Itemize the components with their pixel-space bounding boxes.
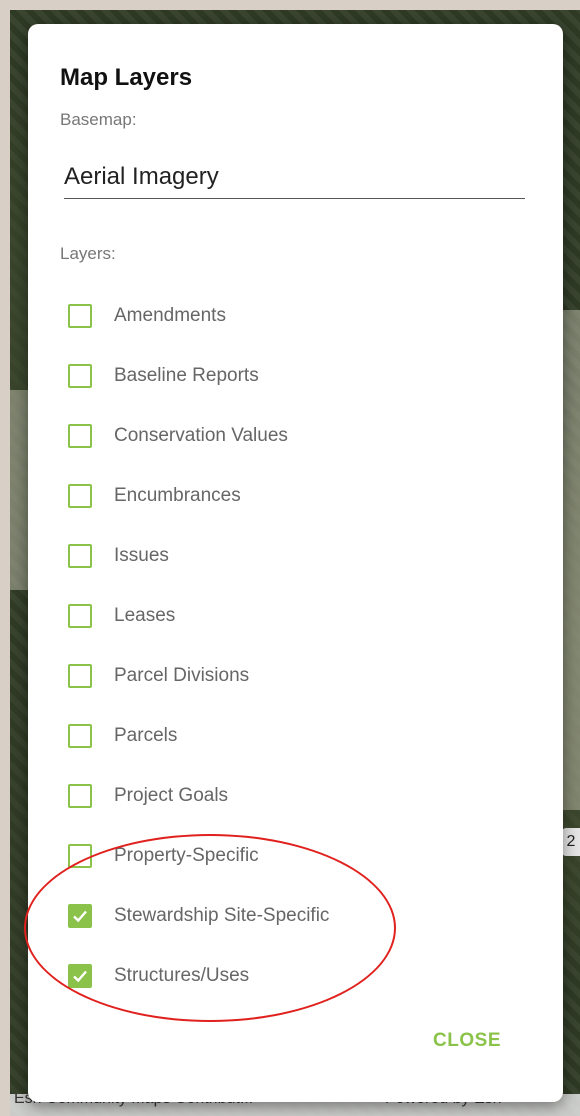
layer-item[interactable]: Leases [68, 586, 538, 646]
layer-checkbox[interactable] [68, 424, 92, 448]
layer-checkbox[interactable] [68, 304, 92, 328]
layer-item[interactable]: Project Goals [68, 766, 538, 826]
layer-item[interactable]: Structures/Uses [68, 946, 538, 1006]
layer-item[interactable]: Amendments [68, 286, 538, 346]
layer-item[interactable]: Stewardship Site-Specific [68, 886, 538, 946]
layer-label: Baseline Reports [114, 365, 259, 386]
layer-item[interactable]: Encumbrances [68, 466, 538, 526]
layer-item[interactable]: Conservation Values [68, 406, 538, 466]
layer-checkbox[interactable] [68, 724, 92, 748]
map-road [10, 390, 30, 590]
check-icon [73, 970, 87, 983]
layers-label: Layers: [60, 244, 116, 263]
check-icon [73, 910, 87, 923]
layer-item[interactable]: Parcel Divisions [68, 646, 538, 706]
layer-checkbox[interactable] [68, 784, 92, 808]
layer-item[interactable]: Property-Specific [68, 826, 538, 886]
layer-label: Parcels [114, 725, 178, 746]
layer-item[interactable]: Issues [68, 526, 538, 586]
layer-checkbox[interactable] [68, 904, 92, 928]
layer-label: Project Goals [114, 785, 229, 806]
layer-list: Amendments Baseline Reports Conservation V… [68, 286, 538, 1006]
dialog-title: Map Layers [60, 64, 193, 91]
layer-checkbox[interactable] [68, 664, 92, 688]
map-badge: 2 [562, 828, 580, 856]
layer-checkbox[interactable] [68, 544, 92, 568]
basemap-label: Basemap: [60, 110, 137, 129]
layer-checkbox[interactable] [68, 844, 92, 868]
layer-label: Property-Specific [114, 845, 259, 866]
layer-label: Structures/Uses [114, 965, 250, 986]
layer-label: Stewardship Site-Specific [114, 905, 330, 926]
layer-checkbox[interactable] [68, 604, 92, 628]
layer-label: Issues [114, 545, 169, 566]
layer-label: Amendments [114, 305, 226, 326]
layer-label: Leases [114, 605, 176, 626]
layer-checkbox[interactable] [68, 484, 92, 508]
layer-checkbox[interactable] [68, 964, 92, 988]
layer-label: Encumbrances [114, 485, 241, 506]
layer-item[interactable]: Parcels [68, 706, 538, 766]
layer-label: Conservation Values [114, 425, 288, 446]
layer-item[interactable]: Baseline Reports [68, 346, 538, 406]
map-layers-dialog: Map Layers Basemap: Aerial Imagery Layer… [28, 24, 563, 1102]
basemap-select[interactable]: Aerial Imagery [64, 156, 525, 199]
layer-checkbox[interactable] [68, 364, 92, 388]
layer-label: Parcel Divisions [114, 665, 250, 686]
close-button[interactable]: CLOSE [433, 1030, 501, 1052]
